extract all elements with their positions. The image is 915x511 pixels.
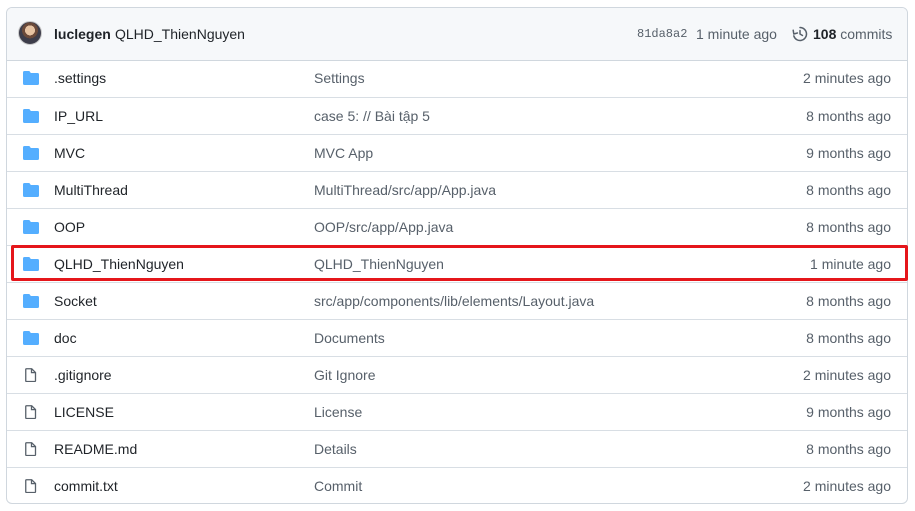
file-name-link[interactable]: README.md <box>54 441 137 457</box>
commit-age: 1 minute ago <box>810 256 891 272</box>
file-name-link[interactable]: OOP <box>54 219 85 235</box>
commit-age: 2 minutes ago <box>803 367 891 383</box>
file-name-link[interactable]: MVC <box>54 145 85 161</box>
file-row[interactable]: QLHD_ThienNguyen QLHD_ThienNguyen 1 minute… <box>7 245 907 282</box>
commit-message-link[interactable]: QLHD_ThienNguyen <box>314 256 444 272</box>
commit-age: 8 months ago <box>806 182 891 198</box>
folder-icon <box>23 71 39 85</box>
commit-time[interactable]: 1 minute ago <box>696 26 777 42</box>
commit-author[interactable]: luclegen <box>54 26 111 42</box>
commit-message-link[interactable]: Commit <box>314 478 362 494</box>
commits-link[interactable]: 108 commits <box>813 26 892 42</box>
file-name-link[interactable]: IP_URL <box>54 108 103 124</box>
commit-age: 8 months ago <box>806 441 891 457</box>
file-name-link[interactable]: MultiThread <box>54 182 128 198</box>
file-name-link[interactable]: .gitignore <box>54 367 112 383</box>
folder-icon <box>23 183 39 197</box>
commit-age: 8 months ago <box>806 293 891 309</box>
file-name-link[interactable]: QLHD_ThienNguyen <box>54 256 184 272</box>
file-row[interactable]: doc Documents 8 months ago <box>7 319 907 356</box>
file-row[interactable]: README.md Details 8 months ago <box>7 430 907 467</box>
latest-commit-bar: luclegen QLHD_ThienNguyen 81da8a2 1 minu… <box>7 8 907 61</box>
commit-message-link[interactable]: case 5: // Bài tập 5 <box>314 108 430 124</box>
file-name-link[interactable]: LICENSE <box>54 404 114 420</box>
file-icon <box>23 405 39 420</box>
file-row[interactable]: MultiThread MultiThread/src/app/App.java 8… <box>7 171 907 208</box>
commit-message-link[interactable]: Settings <box>314 70 365 86</box>
commit-age: 9 months ago <box>806 404 891 420</box>
file-row[interactable]: commit.txt Commit 2 minutes ago <box>7 467 907 503</box>
file-row[interactable]: Socket src/app/components/lib/elements/La… <box>7 282 907 319</box>
commit-message-link[interactable]: MVC App <box>314 145 373 161</box>
file-row[interactable]: .gitignore Git Ignore 2 minutes ago <box>7 356 907 393</box>
file-name-link[interactable]: doc <box>54 330 77 346</box>
commit-message-link[interactable]: Details <box>314 441 357 457</box>
commit-message-link[interactable]: OOP/src/app/App.java <box>314 219 453 235</box>
commit-age: 9 months ago <box>806 145 891 161</box>
file-list: .settings Settings 2 minutes ago IP_URL case… <box>7 61 907 503</box>
folder-icon <box>23 109 39 123</box>
folder-icon <box>23 294 39 308</box>
file-name-link[interactable]: .settings <box>54 70 106 86</box>
file-icon <box>23 368 39 383</box>
commit-message-link[interactable]: src/app/components/lib/elements/Layout.j… <box>314 293 594 309</box>
commit-age: 8 months ago <box>806 219 891 235</box>
file-row[interactable]: MVC MVC App 9 months ago <box>7 134 907 171</box>
commit-message-link[interactable]: Git Ignore <box>314 367 375 383</box>
commit-message[interactable]: QLHD_ThienNguyen <box>115 26 245 42</box>
file-browser: luclegen QLHD_ThienNguyen 81da8a2 1 minu… <box>6 7 908 504</box>
history-icon[interactable] <box>792 26 808 42</box>
file-icon <box>23 479 39 494</box>
file-row[interactable]: OOP OOP/src/app/App.java 8 months ago <box>7 208 907 245</box>
commit-age: 8 months ago <box>806 108 891 124</box>
folder-icon <box>23 331 39 345</box>
folder-icon <box>23 220 39 234</box>
avatar[interactable] <box>18 21 42 45</box>
commit-message-link[interactable]: Documents <box>314 330 385 346</box>
commit-age: 8 months ago <box>806 330 891 346</box>
folder-icon <box>23 146 39 160</box>
commit-message-link[interactable]: MultiThread/src/app/App.java <box>314 182 496 198</box>
file-icon <box>23 442 39 457</box>
commit-age: 2 minutes ago <box>803 478 891 494</box>
commit-message-link[interactable]: License <box>314 404 362 420</box>
file-name-link[interactable]: commit.txt <box>54 478 118 494</box>
file-row[interactable]: LICENSE License 9 months ago <box>7 393 907 430</box>
commit-sha[interactable]: 81da8a2 <box>637 27 687 41</box>
file-row[interactable]: IP_URL case 5: // Bài tập 5 8 months ago <box>7 97 907 134</box>
file-name-link[interactable]: Socket <box>54 293 97 309</box>
folder-icon <box>23 257 39 271</box>
file-row[interactable]: .settings Settings 2 minutes ago <box>7 61 907 97</box>
commit-age: 2 minutes ago <box>803 70 891 86</box>
